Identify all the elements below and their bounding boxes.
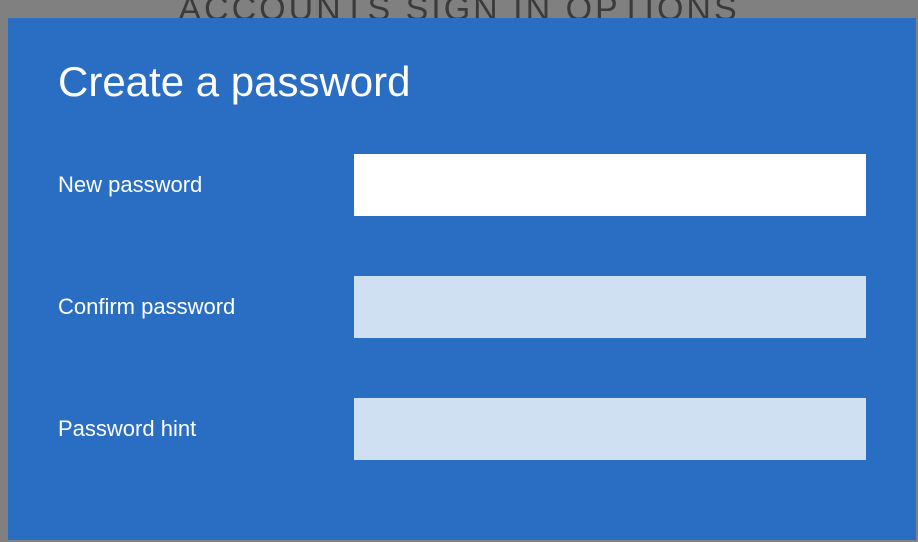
new-password-label: New password xyxy=(58,172,354,198)
password-hint-input[interactable] xyxy=(354,398,866,460)
confirm-password-label: Confirm password xyxy=(58,294,354,320)
password-hint-row: Password hint xyxy=(58,398,866,460)
dialog-title: Create a password xyxy=(58,58,866,106)
new-password-row: New password xyxy=(58,154,866,216)
create-password-dialog: Create a password New password Confirm p… xyxy=(8,18,916,540)
new-password-input[interactable] xyxy=(354,154,866,216)
confirm-password-input[interactable] xyxy=(354,276,866,338)
confirm-password-row: Confirm password xyxy=(58,276,866,338)
password-hint-label: Password hint xyxy=(58,416,354,442)
